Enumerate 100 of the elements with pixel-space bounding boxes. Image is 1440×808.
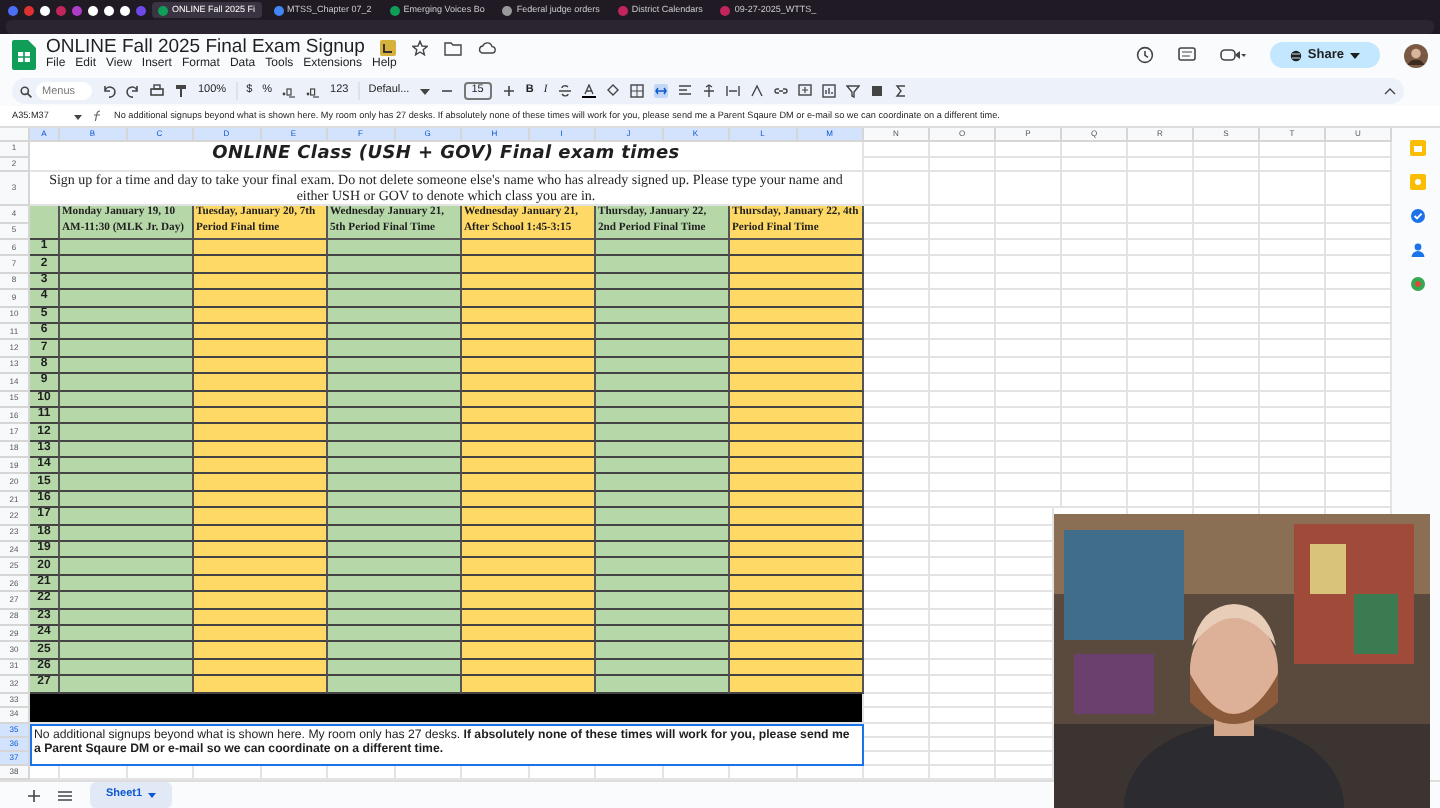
- empty-cell[interactable]: [930, 575, 996, 593]
- empty-cell[interactable]: [996, 424, 1062, 442]
- empty-cell[interactable]: [1194, 323, 1260, 341]
- empty-cell[interactable]: [930, 737, 996, 752]
- plus-icon[interactable]: [501, 84, 516, 98]
- empty-cell[interactable]: [996, 491, 1062, 509]
- empty-cell[interactable]: [1326, 323, 1392, 341]
- empty-cell[interactable]: [1128, 391, 1194, 408]
- empty-cell[interactable]: [1062, 256, 1128, 274]
- empty-cell[interactable]: [864, 157, 930, 172]
- all-sheets-icon[interactable]: [58, 789, 72, 801]
- empty-cell[interactable]: [1260, 424, 1326, 442]
- empty-cell[interactable]: [1128, 206, 1194, 223]
- empty-cell[interactable]: [1260, 357, 1326, 375]
- empty-cell[interactable]: [930, 340, 996, 358]
- empty-cell[interactable]: [1194, 474, 1260, 492]
- empty-cell[interactable]: [1128, 273, 1194, 291]
- star-icon[interactable]: [412, 40, 429, 56]
- empty-cell[interactable]: [930, 558, 996, 576]
- strikethrough-icon[interactable]: [557, 84, 572, 98]
- empty-cell[interactable]: [1062, 491, 1128, 509]
- empty-cell[interactable]: [1062, 458, 1128, 475]
- empty-cell[interactable]: [996, 323, 1062, 341]
- empty-cell[interactable]: [930, 240, 996, 257]
- empty-cell[interactable]: [1194, 357, 1260, 375]
- empty-cell[interactable]: [1260, 391, 1326, 408]
- empty-cell[interactable]: [1326, 407, 1392, 425]
- empty-cell[interactable]: [996, 458, 1062, 475]
- vertical-align-icon[interactable]: [701, 84, 716, 98]
- caret-icon[interactable]: [419, 87, 430, 95]
- empty-cell[interactable]: [996, 142, 1062, 157]
- empty-cell[interactable]: [1062, 142, 1128, 157]
- empty-cell[interactable]: [1260, 307, 1326, 324]
- empty-cell[interactable]: [930, 508, 996, 526]
- empty-cell[interactable]: [1062, 441, 1128, 459]
- empty-cell[interactable]: [1260, 206, 1326, 223]
- empty-cell[interactable]: [996, 441, 1062, 459]
- empty-cell[interactable]: [1260, 240, 1326, 257]
- empty-cell[interactable]: [1194, 273, 1260, 291]
- contacts-icon[interactable]: [1410, 242, 1426, 258]
- empty-cell[interactable]: [1128, 307, 1194, 324]
- video-call-icon[interactable]: [1219, 46, 1246, 64]
- function-icon[interactable]: [92, 110, 104, 122]
- empty-cell[interactable]: [996, 391, 1062, 408]
- empty-cell[interactable]: [1260, 491, 1326, 509]
- empty-cell[interactable]: [930, 708, 996, 724]
- borders-icon[interactable]: [629, 84, 644, 98]
- empty-cell[interactable]: [996, 474, 1062, 492]
- empty-cell[interactable]: [1128, 424, 1194, 442]
- empty-cell[interactable]: [1260, 290, 1326, 308]
- filter-icon[interactable]: [845, 84, 860, 98]
- empty-cell[interactable]: [1326, 474, 1392, 492]
- link-icon[interactable]: [773, 84, 788, 98]
- empty-cell[interactable]: [1128, 256, 1194, 274]
- empty-cell[interactable]: [1128, 290, 1194, 308]
- print-icon[interactable]: [150, 84, 164, 98]
- empty-cell[interactable]: [996, 157, 1062, 172]
- empty-cell[interactable]: [1128, 374, 1194, 392]
- chart-icon[interactable]: [821, 84, 836, 98]
- align-icon[interactable]: [677, 84, 692, 98]
- empty-cell[interactable]: [930, 357, 996, 375]
- empty-cell[interactable]: [996, 172, 1062, 206]
- empty-cell[interactable]: [930, 625, 996, 643]
- empty-cell[interactable]: [1062, 407, 1128, 425]
- empty-cell[interactable]: [1194, 172, 1260, 206]
- empty-cell[interactable]: [1260, 172, 1326, 206]
- keep-icon[interactable]: [1410, 174, 1426, 190]
- empty-cell[interactable]: [930, 157, 996, 172]
- minus-icon[interactable]: [439, 84, 454, 98]
- add-comment-icon[interactable]: [797, 84, 812, 98]
- empty-cell[interactable]: [1326, 256, 1392, 274]
- empty-cell[interactable]: [1194, 424, 1260, 442]
- empty-cell[interactable]: [1260, 340, 1326, 358]
- empty-cell[interactable]: [996, 273, 1062, 291]
- empty-cell[interactable]: [1128, 157, 1194, 172]
- empty-cell[interactable]: [1128, 223, 1194, 240]
- empty-cell[interactable]: [1326, 273, 1392, 291]
- history-icon[interactable]: [1135, 46, 1154, 64]
- empty-cell[interactable]: [1260, 441, 1326, 459]
- document-title[interactable]: ONLINE Fall 2025 Final Exam Signup: [46, 38, 365, 58]
- empty-cell[interactable]: [996, 340, 1062, 358]
- empty-cell[interactable]: [930, 206, 996, 223]
- empty-cell[interactable]: [864, 206, 930, 223]
- empty-cell[interactable]: [1062, 206, 1128, 223]
- empty-cell[interactable]: [1194, 491, 1260, 509]
- empty-cell[interactable]: [1062, 307, 1128, 324]
- empty-cell[interactable]: [1062, 357, 1128, 375]
- empty-cell[interactable]: [996, 206, 1062, 223]
- empty-cell[interactable]: [1128, 340, 1194, 358]
- empty-cell[interactable]: [930, 391, 996, 408]
- empty-cell[interactable]: [930, 592, 996, 610]
- empty-cell[interactable]: [930, 723, 996, 738]
- empty-cell[interactable]: [930, 525, 996, 543]
- empty-cell[interactable]: [930, 290, 996, 308]
- collapse-icon[interactable]: [1384, 86, 1396, 96]
- tasks-icon[interactable]: [1410, 208, 1426, 224]
- empty-cell[interactable]: [1194, 240, 1260, 257]
- empty-cell[interactable]: [930, 323, 996, 341]
- empty-cell[interactable]: [1326, 374, 1392, 392]
- empty-cell[interactable]: [1128, 240, 1194, 257]
